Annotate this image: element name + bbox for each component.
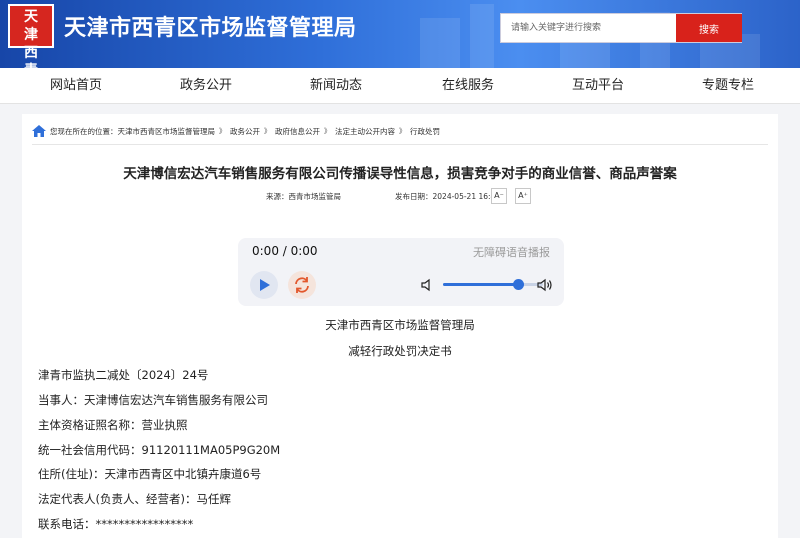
volume-slider-fill [443,283,518,286]
document-line: 法定代表人(负责人、经营者)：马任辉 [38,492,231,506]
player-time: 0:00 / 0:00 [252,244,318,258]
breadcrumb-link-site[interactable]: 天津市西青区市场监督管理局 [118,126,216,137]
header-banner: 天 津 西 青 天津市西青区市场监督管理局 搜索 [0,0,800,68]
audio-player: 0:00 / 0:00 无障碍语音播报 [238,238,564,306]
breadcrumb-link-statutory[interactable]: 法定主动公开内容 [335,126,395,137]
nav-item-topics[interactable]: 专题专栏 [684,68,772,104]
breadcrumb-separator: 》 [219,127,226,135]
document-heading-type: 减轻行政处罚决定书 [348,344,452,358]
replay-button[interactable] [288,271,316,299]
breadcrumb-link-gov-affairs[interactable]: 政务公开 [230,126,260,137]
breadcrumb-prefix: 您现在所在的位置： [50,126,118,136]
site-logo[interactable]: 天 津 西 青 [8,4,54,68]
breadcrumb-separator: 》 [399,127,406,135]
article-source: 来源：西青市场监管局 [266,192,341,201]
document-heading-agency: 天津市西青区市场监督管理局 [325,318,475,332]
article-title: 天津博信宏达汽车销售服务有限公司传播误导性信息，损害竞争对手的商业信誉、商品声誉… [123,166,677,182]
main-nav: 网站首页 政务公开 新闻动态 在线服务 互动平台 专题专栏 [0,68,800,104]
logo-char: 天 [24,9,38,25]
nav-item-news[interactable]: 新闻动态 [292,68,380,104]
volume-slider[interactable] [443,279,543,290]
article-date: 发布日期：2024-05-21 16:40 [395,192,501,201]
logo-char: 西 [24,45,38,61]
player-label: 无障碍语音播报 [473,246,550,259]
home-icon[interactable] [32,125,46,137]
document-line: 主体资格证照名称：营业执照 [38,418,188,432]
banner-skyline [470,4,494,68]
nav-item-home[interactable]: 网站首页 [32,68,120,104]
volume-high-icon[interactable] [537,278,553,292]
document-line: 联系电话：***************** [38,517,194,531]
play-icon [260,279,270,291]
site-title[interactable]: 天津市西青区市场监督管理局 [64,10,357,42]
article-meta: 来源：西青市场监管局 发布日期：2024-05-21 16:40 A⁻ A⁺ [22,188,778,204]
banner-skyline [420,18,460,68]
document-line: 住所(住址)：天津市西青区中北镇卉康道6号 [38,467,262,481]
document-line: 津青市监执二减处〔2024〕24号 [38,368,209,382]
font-increase-button[interactable]: A⁺ [515,188,531,204]
volume-slider-knob[interactable] [512,279,524,290]
nav-item-online-services[interactable]: 在线服务 [424,68,512,104]
logo-char: 津 [24,27,38,43]
content-card: 您现在所在的位置： 天津市西青区市场监督管理局 》 政务公开 》 政府信息公开 … [22,114,778,538]
nav-item-interaction[interactable]: 互动平台 [554,68,642,104]
volume-low-icon[interactable] [420,278,434,292]
font-decrease-button[interactable]: A⁻ [491,188,507,204]
breadcrumb-divider [32,144,768,145]
document-line: 当事人：天津博信宏达汽车销售服务有限公司 [38,393,268,407]
search-button[interactable]: 搜索 [676,14,742,42]
breadcrumb: 您现在所在的位置： 天津市西青区市场监督管理局 》 政务公开 》 政府信息公开 … [32,124,440,138]
breadcrumb-link-gov-info[interactable]: 政府信息公开 [275,126,320,137]
nav-item-gov-affairs[interactable]: 政务公开 [162,68,250,104]
search-input[interactable] [501,14,675,42]
replay-icon [295,277,309,293]
document-line: 统一社会信用代码：91120111MA05P9G20M [38,443,281,457]
play-button[interactable] [250,271,278,299]
breadcrumb-link-penalty[interactable]: 行政处罚 [410,126,440,137]
breadcrumb-separator: 》 [264,127,271,135]
breadcrumb-separator: 》 [324,127,331,135]
search-box: 搜索 [500,13,742,43]
